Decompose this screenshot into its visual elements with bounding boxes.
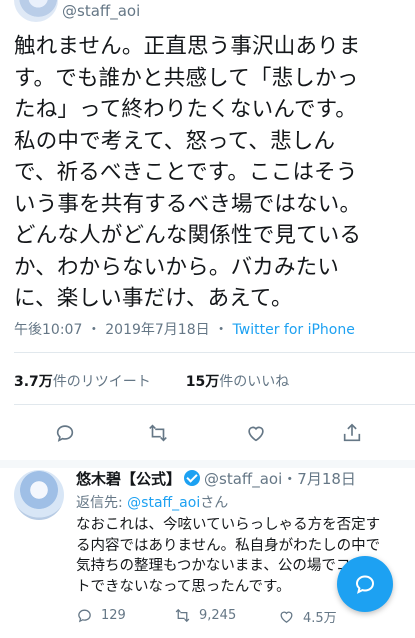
- reply-tweet[interactable]: 悠木碧【公式】 @staff_aoi・7月18日 返信先: @staff_aoiさ…: [0, 462, 415, 638]
- tweet-meta: 午後10:07 ・ 2019年7月18日 ・ Twitter for iPhon…: [14, 319, 355, 339]
- reply-replies-count: 129: [101, 608, 126, 623]
- divider: [14, 404, 415, 405]
- reply-author-handle[interactable]: @staff_aoi: [204, 470, 282, 488]
- reply-retweet-button[interactable]: 9,245: [174, 607, 236, 624]
- tweet-source-link[interactable]: Twitter for iPhone: [233, 322, 355, 338]
- compose-button[interactable]: [337, 556, 393, 612]
- reply-button[interactable]: [50, 418, 80, 448]
- likes-stat[interactable]: 15万件のいいね: [186, 374, 289, 390]
- meta-separator: ・: [214, 322, 229, 338]
- retweets-count: 3.7万: [14, 374, 53, 390]
- retweets-label: 件のリツイート: [52, 374, 151, 390]
- like-button[interactable]: [241, 418, 271, 448]
- retweet-icon: [175, 608, 190, 623]
- retweet-button[interactable]: [143, 418, 173, 448]
- meta-separator: ・: [86, 322, 101, 338]
- reply-action-bar: 129 9,245 4.5万: [0, 607, 415, 631]
- tweet-text: 触れません。正直思う事沢山ありま す。でも誰かと共感して「悲しかっ たね」って終…: [14, 34, 362, 311]
- replying-to-prefix: 返信先:: [76, 495, 128, 511]
- heart-icon: [248, 426, 264, 442]
- reply-reply-button[interactable]: 129: [76, 607, 126, 624]
- retweet-icon: [149, 424, 167, 442]
- reply-likes-count: 4.5万: [303, 611, 337, 626]
- likes-label: 件のいいね: [219, 374, 290, 390]
- tweet-action-bar: [0, 418, 415, 448]
- likes-count: 15万: [185, 374, 220, 390]
- reply-icon: [78, 609, 91, 623]
- tweet-date: 2019年7月18日: [105, 322, 210, 338]
- replying-to: 返信先: @staff_aoiさん: [76, 492, 228, 512]
- reply-retweets-count: 9,245: [199, 608, 237, 623]
- reply-author-name[interactable]: 悠木碧【公式】: [76, 470, 181, 488]
- retweets-stat[interactable]: 3.7万件のリツイート: [14, 374, 151, 390]
- avatar[interactable]: [14, 0, 58, 22]
- share-icon: [343, 423, 361, 442]
- verified-badge-icon: [184, 470, 201, 486]
- compose-icon: [355, 575, 375, 594]
- heart-icon: [280, 611, 293, 623]
- reply-icon: [56, 425, 74, 442]
- share-button[interactable]: [337, 418, 367, 448]
- reply-header: 悠木碧【公式】 @staff_aoi・7月18日: [76, 468, 356, 489]
- reply-like-button[interactable]: 4.5万: [278, 607, 337, 626]
- reply-avatar[interactable]: [14, 470, 64, 520]
- tweet-time: 午後10:07: [14, 322, 83, 338]
- author-handle[interactable]: @staff_aoi: [62, 2, 140, 20]
- tweet-stats: 3.7万件のリツイート 15万件のいいね: [14, 371, 289, 391]
- replying-to-handle[interactable]: @staff_aoi: [127, 495, 200, 511]
- reply-date: ・7月18日: [282, 470, 356, 488]
- replying-to-suffix: さん: [200, 495, 229, 511]
- divider: [14, 352, 415, 353]
